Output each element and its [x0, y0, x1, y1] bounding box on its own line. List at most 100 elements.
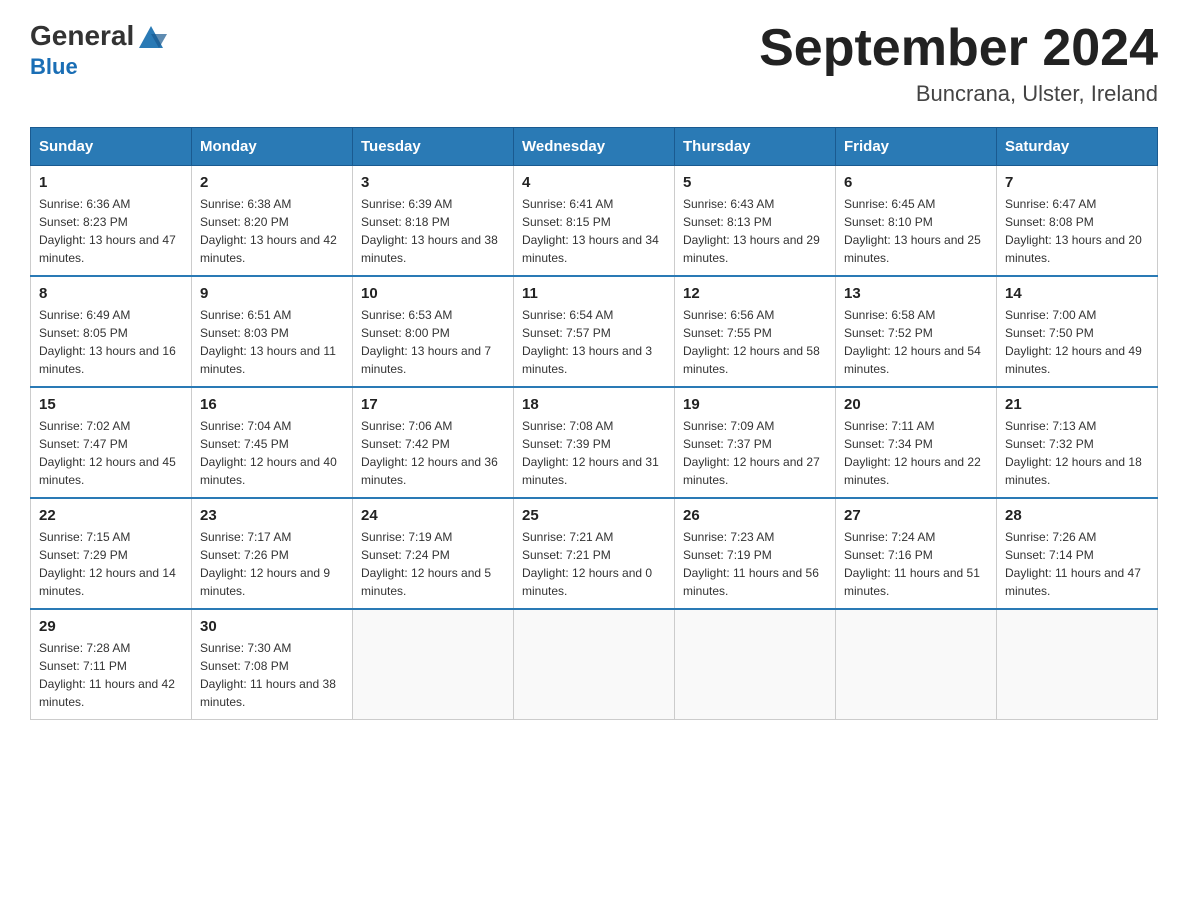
- day-info: Sunrise: 6:39 AMSunset: 8:18 PMDaylight:…: [361, 195, 505, 267]
- calendar-cell: 17 Sunrise: 7:06 AMSunset: 7:42 PMDayligh…: [353, 387, 514, 498]
- day-number: 27: [844, 507, 988, 524]
- day-info: Sunrise: 6:45 AMSunset: 8:10 PMDaylight:…: [844, 195, 988, 267]
- calendar-week-row: 8Sunrise: 6:49 AMSunset: 8:05 PMDaylight…: [31, 276, 1158, 387]
- day-info: Sunrise: 7:02 AMSunset: 7:47 PMDaylight:…: [39, 417, 183, 489]
- day-info: Sunrise: 7:13 AMSunset: 7:32 PMDaylight:…: [1005, 417, 1149, 489]
- day-number: 21: [1005, 396, 1149, 413]
- day-info: Sunrise: 7:26 AMSunset: 7:14 PMDaylight:…: [1005, 528, 1149, 600]
- calendar-cell: 18Sunrise: 7:08 AMSunset: 7:39 PMDayligh…: [514, 387, 675, 498]
- day-info: Sunrise: 6:47 AMSunset: 8:08 PMDaylight:…: [1005, 195, 1149, 267]
- calendar-cell: [675, 609, 836, 720]
- calendar-cell: 10 Sunrise: 6:53 AMSunset: 8:00 PMDayligh…: [353, 276, 514, 387]
- calendar-cell: [836, 609, 997, 720]
- calendar-cell: 16Sunrise: 7:04 AMSunset: 7:45 PMDayligh…: [192, 387, 353, 498]
- day-info: Sunrise: 7:00 AMSunset: 7:50 PMDaylight:…: [1005, 306, 1149, 378]
- day-info: Sunrise: 6:58 AMSunset: 7:52 PMDaylight:…: [844, 306, 988, 378]
- day-number: 19: [683, 396, 827, 413]
- calendar-cell: 12 Sunrise: 6:56 AMSunset: 7:55 PMDayligh…: [675, 276, 836, 387]
- calendar-cell: 7 Sunrise: 6:47 AMSunset: 8:08 PMDaylight…: [997, 166, 1158, 277]
- location-title: Buncrana, Ulster, Ireland: [759, 81, 1158, 107]
- day-info: Sunrise: 7:04 AMSunset: 7:45 PMDaylight:…: [200, 417, 344, 489]
- calendar-cell: 4Sunrise: 6:41 AMSunset: 8:15 PMDaylight…: [514, 166, 675, 277]
- day-number: 23: [200, 507, 344, 524]
- calendar-cell: 9 Sunrise: 6:51 AMSunset: 8:03 PMDaylight…: [192, 276, 353, 387]
- calendar-cell: 28 Sunrise: 7:26 AMSunset: 7:14 PMDayligh…: [997, 498, 1158, 609]
- day-info: Sunrise: 7:30 AMSunset: 7:08 PMDaylight:…: [200, 639, 344, 711]
- calendar-week-row: 15 Sunrise: 7:02 AMSunset: 7:47 PMDayligh…: [31, 387, 1158, 498]
- calendar-cell: 3Sunrise: 6:39 AMSunset: 8:18 PMDaylight…: [353, 166, 514, 277]
- calendar-cell: 25 Sunrise: 7:21 AMSunset: 7:21 PMDayligh…: [514, 498, 675, 609]
- calendar-cell: 24 Sunrise: 7:19 AMSunset: 7:24 PMDayligh…: [353, 498, 514, 609]
- logo-general-text: General: [30, 22, 134, 50]
- day-number: 29: [39, 618, 183, 635]
- day-number: 6: [844, 174, 988, 191]
- calendar-cell: 8Sunrise: 6:49 AMSunset: 8:05 PMDaylight…: [31, 276, 192, 387]
- calendar-cell: 26Sunrise: 7:23 AMSunset: 7:19 PMDayligh…: [675, 498, 836, 609]
- weekday-header-tuesday: Tuesday: [353, 128, 514, 166]
- calendar-cell: 30 Sunrise: 7:30 AMSunset: 7:08 PMDayligh…: [192, 609, 353, 720]
- day-number: 24: [361, 507, 505, 524]
- calendar-cell: 21 Sunrise: 7:13 AMSunset: 7:32 PMDayligh…: [997, 387, 1158, 498]
- day-number: 30: [200, 618, 344, 635]
- logo: General Blue: [30, 20, 168, 80]
- day-info: Sunrise: 6:38 AMSunset: 8:20 PMDaylight:…: [200, 195, 344, 267]
- day-number: 22: [39, 507, 183, 524]
- day-number: 28: [1005, 507, 1149, 524]
- calendar-cell: 29 Sunrise: 7:28 AMSunset: 7:11 PMDayligh…: [31, 609, 192, 720]
- day-info: Sunrise: 6:54 AMSunset: 7:57 PMDaylight:…: [522, 306, 666, 378]
- day-number: 4: [522, 174, 666, 191]
- day-number: 2: [200, 174, 344, 191]
- calendar-cell: 19 Sunrise: 7:09 AMSunset: 7:37 PMDayligh…: [675, 387, 836, 498]
- weekday-header-wednesday: Wednesday: [514, 128, 675, 166]
- calendar-cell: 13 Sunrise: 6:58 AMSunset: 7:52 PMDayligh…: [836, 276, 997, 387]
- day-number: 10: [361, 285, 505, 302]
- calendar-cell: 14Sunrise: 7:00 AMSunset: 7:50 PMDayligh…: [997, 276, 1158, 387]
- calendar-cell: 27 Sunrise: 7:24 AMSunset: 7:16 PMDayligh…: [836, 498, 997, 609]
- day-number: 8: [39, 285, 183, 302]
- weekday-header-row: SundayMondayTuesdayWednesdayThursdayFrid…: [31, 128, 1158, 166]
- header: General Blue September 2024 Buncrana, Ul…: [30, 20, 1158, 107]
- day-info: Sunrise: 7:06 AMSunset: 7:42 PMDaylight:…: [361, 417, 505, 489]
- weekday-header-friday: Friday: [836, 128, 997, 166]
- calendar-week-row: 1Sunrise: 6:36 AMSunset: 8:23 PMDaylight…: [31, 166, 1158, 277]
- calendar-cell: 15 Sunrise: 7:02 AMSunset: 7:47 PMDayligh…: [31, 387, 192, 498]
- day-number: 9: [200, 285, 344, 302]
- logo-blue-text: Blue: [30, 54, 78, 80]
- calendar-cell: [514, 609, 675, 720]
- calendar-week-row: 22 Sunrise: 7:15 AMSunset: 7:29 PMDayligh…: [31, 498, 1158, 609]
- day-info: Sunrise: 7:17 AMSunset: 7:26 PMDaylight:…: [200, 528, 344, 600]
- calendar-cell: 11 Sunrise: 6:54 AMSunset: 7:57 PMDayligh…: [514, 276, 675, 387]
- day-number: 25: [522, 507, 666, 524]
- day-number: 7: [1005, 174, 1149, 191]
- day-info: Sunrise: 7:19 AMSunset: 7:24 PMDaylight:…: [361, 528, 505, 600]
- weekday-header-sunday: Sunday: [31, 128, 192, 166]
- day-number: 15: [39, 396, 183, 413]
- calendar-cell: 1Sunrise: 6:36 AMSunset: 8:23 PMDaylight…: [31, 166, 192, 277]
- calendar-cell: [997, 609, 1158, 720]
- day-info: Sunrise: 7:24 AMSunset: 7:16 PMDaylight:…: [844, 528, 988, 600]
- day-number: 13: [844, 285, 988, 302]
- day-info: Sunrise: 7:15 AMSunset: 7:29 PMDaylight:…: [39, 528, 183, 600]
- day-info: Sunrise: 6:53 AMSunset: 8:00 PMDaylight:…: [361, 306, 505, 378]
- day-info: Sunrise: 6:51 AMSunset: 8:03 PMDaylight:…: [200, 306, 344, 378]
- day-info: Sunrise: 6:56 AMSunset: 7:55 PMDaylight:…: [683, 306, 827, 378]
- day-number: 17: [361, 396, 505, 413]
- day-number: 20: [844, 396, 988, 413]
- day-info: Sunrise: 7:09 AMSunset: 7:37 PMDaylight:…: [683, 417, 827, 489]
- day-info: Sunrise: 6:36 AMSunset: 8:23 PMDaylight:…: [39, 195, 183, 267]
- calendar-cell: 22 Sunrise: 7:15 AMSunset: 7:29 PMDayligh…: [31, 498, 192, 609]
- day-info: Sunrise: 7:21 AMSunset: 7:21 PMDaylight:…: [522, 528, 666, 600]
- day-info: Sunrise: 7:28 AMSunset: 7:11 PMDaylight:…: [39, 639, 183, 711]
- calendar-cell: 23 Sunrise: 7:17 AMSunset: 7:26 PMDayligh…: [192, 498, 353, 609]
- weekday-header-monday: Monday: [192, 128, 353, 166]
- day-info: Sunrise: 7:08 AMSunset: 7:39 PMDaylight:…: [522, 417, 666, 489]
- day-number: 12: [683, 285, 827, 302]
- calendar-cell: 2 Sunrise: 6:38 AMSunset: 8:20 PMDaylight…: [192, 166, 353, 277]
- title-area: September 2024 Buncrana, Ulster, Ireland: [759, 20, 1158, 107]
- calendar-cell: 6 Sunrise: 6:45 AMSunset: 8:10 PMDaylight…: [836, 166, 997, 277]
- day-number: 11: [522, 285, 666, 302]
- day-info: Sunrise: 6:43 AMSunset: 8:13 PMDaylight:…: [683, 195, 827, 267]
- weekday-header-saturday: Saturday: [997, 128, 1158, 166]
- calendar-cell: 5Sunrise: 6:43 AMSunset: 8:13 PMDaylight…: [675, 166, 836, 277]
- logo-icon: [135, 20, 167, 52]
